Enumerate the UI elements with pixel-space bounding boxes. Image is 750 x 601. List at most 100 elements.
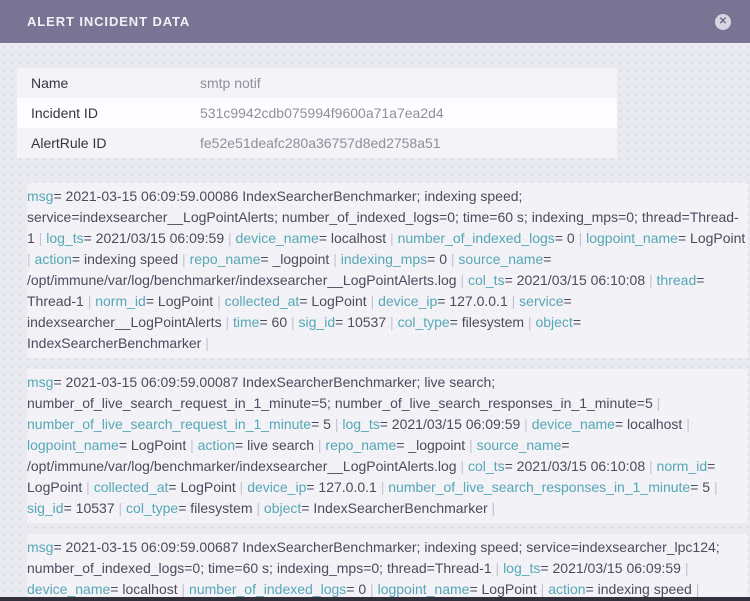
field-separator: | <box>575 230 586 246</box>
log-field-key[interactable]: msg <box>27 539 53 555</box>
equals-sign: = <box>306 479 314 495</box>
log-field-key[interactable]: log_ts <box>342 416 379 432</box>
log-field-key[interactable]: object <box>264 500 301 516</box>
log-field-key[interactable]: msg <box>27 374 53 390</box>
equals-sign: = <box>146 293 154 309</box>
row-label: Incident ID <box>17 105 200 121</box>
log-field-key[interactable]: service <box>519 293 563 309</box>
equals-sign: = <box>319 230 327 246</box>
equals-sign: = <box>301 500 309 516</box>
log-field-key[interactable]: action <box>198 437 235 453</box>
field-separator: | <box>386 314 397 330</box>
equals-sign: = <box>178 500 186 516</box>
window-bottom-edge <box>0 597 750 601</box>
equals-sign: = <box>564 293 572 309</box>
log-field-key[interactable]: device_name <box>532 416 615 432</box>
field-separator: | <box>178 581 189 597</box>
log-field-key[interactable]: logpoint_name <box>27 437 119 453</box>
field-separator: | <box>377 479 388 495</box>
equals-sign: = <box>110 581 118 597</box>
row-value: smtp notif <box>200 75 261 91</box>
log-field-key[interactable]: action <box>35 251 72 267</box>
log-field-key[interactable]: logpoint_name <box>378 581 470 597</box>
log-field-key[interactable]: object <box>535 314 572 330</box>
field-separator: | <box>537 581 548 597</box>
field-separator: | <box>653 395 661 411</box>
field-separator: | <box>84 293 95 309</box>
row-label: Name <box>17 75 200 91</box>
log-field-key[interactable]: number_of_indexed_logs <box>189 581 346 597</box>
incident-summary-table: Name smtp notif Incident ID 531c9942cdb0… <box>17 68 617 158</box>
equals-sign: = <box>299 293 307 309</box>
log-field-key[interactable]: source_name <box>477 437 562 453</box>
field-separator: | <box>367 293 378 309</box>
equals-sign: = <box>72 251 80 267</box>
log-field-key[interactable]: device_name <box>27 581 110 597</box>
equals-sign: = <box>260 251 268 267</box>
log-field-key[interactable]: sig_id <box>299 314 336 330</box>
equals-sign: = <box>469 581 477 597</box>
equals-sign: = <box>119 437 127 453</box>
field-separator: | <box>236 479 247 495</box>
field-separator: | <box>224 230 235 246</box>
equals-sign: = <box>53 374 61 390</box>
table-row: AlertRule ID fe52e51deafc280a36757d8ed27… <box>17 128 617 158</box>
log-field-key[interactable]: source_name <box>458 251 543 267</box>
equals-sign: = <box>259 314 267 330</box>
close-icon[interactable]: ✕ <box>715 14 731 30</box>
log-field-key[interactable]: log_ts <box>46 230 83 246</box>
field-separator: | <box>692 581 700 597</box>
dialog-header: ALERT INCIDENT DATA ✕ <box>0 0 750 43</box>
field-separator: | <box>35 230 46 246</box>
field-separator: | <box>287 314 298 330</box>
equals-sign: = <box>696 272 704 288</box>
row-value: fe52e51deafc280a36757d8ed2758a51 <box>200 135 441 151</box>
log-field-key[interactable]: log_ts <box>503 560 540 576</box>
equals-sign: = <box>505 458 513 474</box>
field-separator: | <box>488 500 496 516</box>
log-field-key[interactable]: norm_id <box>657 458 708 474</box>
log-field-key[interactable]: repo_name <box>325 437 396 453</box>
field-separator: | <box>457 272 468 288</box>
log-field-key[interactable]: col_ts <box>468 458 505 474</box>
log-field-key[interactable]: thread <box>657 272 697 288</box>
log-field-key[interactable]: device_ip <box>247 479 306 495</box>
equals-sign: = <box>396 437 404 453</box>
log-field-key[interactable]: number_of_live_search_request_in_1_minut… <box>27 416 311 432</box>
equals-sign: = <box>505 272 513 288</box>
equals-sign: = <box>543 251 551 267</box>
log-field-key[interactable]: device_name <box>236 230 319 246</box>
field-separator: | <box>465 437 476 453</box>
equals-sign: = <box>573 314 581 330</box>
field-separator: | <box>115 500 126 516</box>
field-separator: | <box>645 272 656 288</box>
log-field-key[interactable]: device_ip <box>378 293 437 309</box>
log-field-key[interactable]: time <box>233 314 259 330</box>
log-field-key[interactable]: msg <box>27 188 53 204</box>
field-separator: | <box>329 251 340 267</box>
log-field-key[interactable]: col_ts <box>468 272 505 288</box>
log-field-key[interactable]: norm_id <box>95 293 146 309</box>
field-separator: | <box>222 314 233 330</box>
field-separator: | <box>314 437 325 453</box>
log-field-key[interactable]: col_type <box>126 500 178 516</box>
log-field-key[interactable]: logpoint_name <box>586 230 678 246</box>
equals-sign: = <box>64 500 72 516</box>
equals-sign: = <box>168 479 176 495</box>
log-list: msg= 2021-03-15 06:09:59.00086 IndexSear… <box>27 183 748 597</box>
equals-sign: = <box>380 416 388 432</box>
log-entry: msg= 2021-03-15 06:09:59.00087 IndexSear… <box>27 369 748 523</box>
log-field-key[interactable]: number_of_indexed_logs <box>398 230 555 246</box>
log-field-key[interactable]: repo_name <box>190 251 261 267</box>
log-field-key[interactable]: number_of_live_search_responses_in_1_min… <box>388 479 690 495</box>
log-field-key[interactable]: indexing_mps <box>341 251 427 267</box>
field-separator: | <box>366 581 377 597</box>
log-field-key[interactable]: sig_id <box>27 500 64 516</box>
field-separator: | <box>178 251 189 267</box>
log-field-key[interactable]: col_type <box>398 314 450 330</box>
log-field-key[interactable]: collected_at <box>94 479 169 495</box>
equals-sign: = <box>346 581 354 597</box>
log-field-key[interactable]: collected_at <box>225 293 300 309</box>
equals-sign: = <box>437 293 445 309</box>
log-field-key[interactable]: action <box>548 581 585 597</box>
